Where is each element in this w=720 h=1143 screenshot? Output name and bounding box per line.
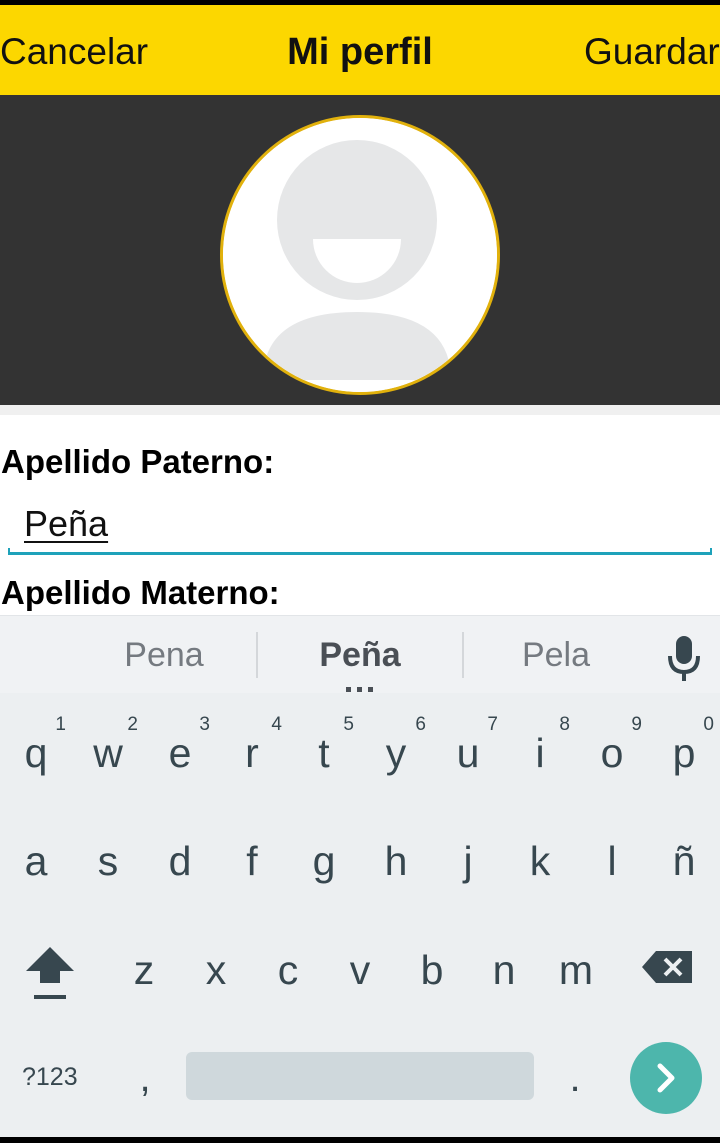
key-v[interactable]: v [324, 950, 396, 991]
key-q[interactable]: q1 [0, 715, 72, 776]
backspace-icon[interactable] [640, 947, 696, 987]
key-label: t [318, 730, 330, 776]
apellido-paterno-label: Apellido Paterno: [1, 443, 275, 480]
avatar[interactable] [220, 115, 500, 395]
shift-icon[interactable] [22, 943, 78, 1009]
key-hint: 8 [559, 714, 570, 735]
space-key[interactable] [186, 1052, 534, 1100]
key-label: p [672, 730, 696, 776]
key-h[interactable]: h [360, 841, 432, 882]
key-label: i [535, 730, 545, 776]
key-d[interactable]: d [144, 841, 216, 882]
key-hint: 5 [343, 714, 354, 735]
key-l[interactable]: l [576, 841, 648, 882]
key-z[interactable]: z [108, 950, 180, 991]
suggestion-1[interactable]: Pena [64, 638, 264, 672]
key-hint: 4 [271, 714, 282, 735]
key-label: w [93, 730, 123, 776]
key-label: r [245, 730, 259, 776]
apellido-paterno-value: Peña [24, 503, 109, 544]
key-c[interactable]: c [252, 950, 324, 991]
suggestion-divider [256, 632, 258, 678]
key-y[interactable]: y6 [360, 715, 432, 776]
key-i[interactable]: i8 [504, 715, 576, 776]
field-underline [8, 548, 712, 555]
suggestion-strip: Pena Peña Pela [0, 615, 720, 693]
key-label: e [168, 730, 192, 776]
suggestion-3[interactable]: Pela [456, 638, 656, 672]
go-button[interactable] [630, 1042, 702, 1114]
key-hint: 6 [415, 714, 426, 735]
key-label: o [600, 730, 624, 776]
apellido-paterno-field[interactable]: Peña [8, 495, 712, 555]
chevron-right-icon [657, 1063, 675, 1093]
comma-key[interactable]: , [130, 1058, 160, 1098]
key-w[interactable]: w2 [72, 715, 144, 776]
key-hint: 3 [199, 714, 210, 735]
key-p[interactable]: p0 [648, 715, 720, 776]
symbols-key[interactable]: ?123 [22, 1065, 78, 1090]
key-hint: 2 [127, 714, 138, 735]
key-o[interactable]: o9 [576, 715, 648, 776]
key-t[interactable]: t5 [288, 715, 360, 776]
keyboard: q1 w2 e3 r4 t5 y6 u7 i8 o9 p0 a s d f g … [0, 693, 720, 1137]
key-hint: 7 [487, 714, 498, 735]
save-button[interactable]: Guardar [584, 33, 720, 70]
key-m[interactable]: m [540, 950, 612, 991]
mic-icon[interactable] [662, 634, 706, 684]
top-bar: Cancelar Mi perfil Guardar [0, 5, 720, 95]
key-hint: 9 [631, 714, 642, 735]
key-u[interactable]: u7 [432, 715, 504, 776]
key-label: q [24, 730, 48, 776]
key-k[interactable]: k [504, 841, 576, 882]
key-n[interactable]: n [468, 950, 540, 991]
key-b[interactable]: b [396, 950, 468, 991]
separator [0, 405, 720, 415]
key-label: y [385, 730, 407, 776]
key-label: u [456, 730, 480, 776]
period-key[interactable]: . [560, 1058, 590, 1098]
key-hint: 0 [703, 714, 714, 735]
key-hint: 1 [55, 714, 66, 735]
key-r[interactable]: r4 [216, 715, 288, 776]
key-g[interactable]: g [288, 841, 360, 882]
key-f[interactable]: f [216, 841, 288, 882]
apellido-materno-label: Apellido Materno: [1, 574, 280, 611]
key-a[interactable]: a [0, 841, 72, 882]
key-enye[interactable]: ñ [648, 841, 720, 882]
profile-form: Apellido Paterno: Peña Apellido Materno: [0, 405, 720, 615]
key-x[interactable]: x [180, 950, 252, 991]
profile-photo-area [0, 95, 720, 405]
key-j[interactable]: j [432, 841, 504, 882]
key-s[interactable]: s [72, 841, 144, 882]
key-e[interactable]: e3 [144, 715, 216, 776]
suggestion-2[interactable]: Peña [260, 638, 460, 672]
default-user-avatar-icon [223, 118, 497, 392]
